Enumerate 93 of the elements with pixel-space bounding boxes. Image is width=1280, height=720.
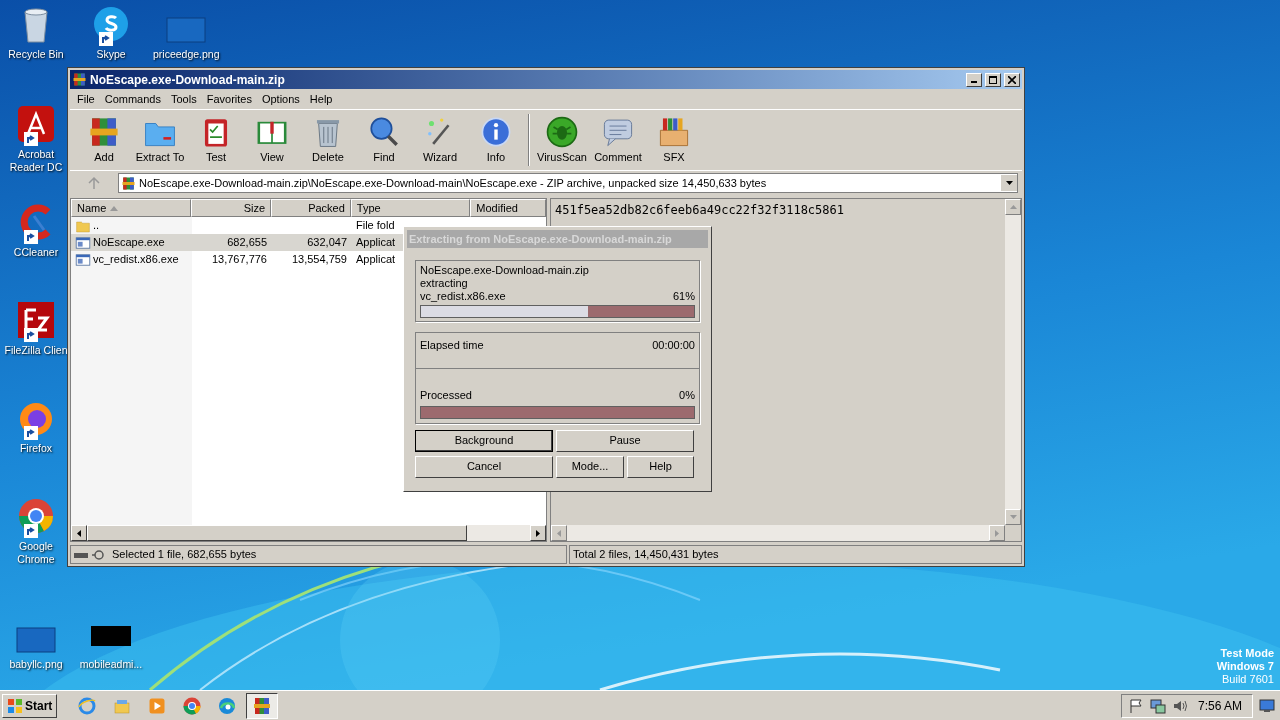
table-cell: 632,047 [307,236,347,249]
caret-icon [1005,181,1013,185]
vertical-scrollbar[interactable] [1005,199,1021,525]
maximize-button[interactable] [985,72,1001,87]
table-cell: 13,554,759 [291,253,347,266]
toolbar-button[interactable]: Comment [590,111,646,169]
percent-text: 0% [679,388,695,403]
toolbar-button[interactable]: SFX [646,111,702,169]
monitor-icon [1259,698,1275,713]
table-cell: Applicat [356,236,396,249]
file-name: vc_redist.x86.exe [420,290,506,303]
close-icon [1008,75,1016,84]
dialog-button[interactable]: Background [415,429,553,452]
dialog-button[interactable]: Pause [556,429,694,452]
toolbar-button[interactable]: View [244,111,300,169]
desktop-icon-label[interactable]: Recycle Bin [3,48,69,61]
toolbar-button[interactable]: Find [356,111,412,169]
toolbar-button[interactable]: Add [76,111,132,169]
address-field[interactable]: NoEscape.exe-Download-main.zip\NoEscape.exe-Download-main\NoEscape.exe - ZIP archive, unpacked size 14,450,633 bytes [118,173,1018,193]
desktop-icon-label[interactable]: CCleaner [3,246,69,259]
app-icon [72,72,87,87]
dialog-button[interactable]: Help [627,455,694,478]
file-name: .. [93,218,100,234]
ie-icon [77,695,98,716]
scroll-left-icon [557,529,561,537]
edge-icon [217,695,238,716]
desktop-icon-label[interactable]: FileZilla Clien [3,344,69,357]
file-name: NoEscape.exe [93,235,165,251]
column-header[interactable]: Packed [271,199,351,217]
network-icon [1149,697,1166,714]
scroll-right-icon [536,529,540,537]
column-header[interactable]: Modified [470,199,546,217]
menu-item[interactable]: Commands [99,90,166,108]
percent-text: 61% [672,290,695,303]
dropdown-button[interactable] [1001,175,1017,191]
window-title: NoEscape.exe-Download-main.zip [90,71,286,89]
scroll-down-icon [1009,515,1017,519]
menu-item[interactable]: Options [256,90,305,108]
comment-text: 451f5ea52db82c6feeb6a49cc22f32f3118c5861 [555,203,844,217]
toolbar-button[interactable]: Extract To [132,111,188,169]
archive-name: NoEscape.exe-Download-main.zip [420,264,590,277]
processed-label: Processed [420,388,472,403]
status-text: Selected 1 file, 682,655 bytes [112,547,257,563]
system-notice-text: Test Mode [1220,647,1274,660]
desktop-icon-label[interactable]: Skype [78,48,144,61]
desktop-icon-label[interactable]: Acrobat Reader DC [3,148,69,174]
desktop-icon-label[interactable]: priceedge.png [153,48,219,61]
horizontal-scrollbar[interactable] [71,525,546,541]
status-text: Total 2 files, 14,450,431 bytes [573,547,719,563]
menu-item[interactable]: Favorites [201,90,257,108]
minimize-button[interactable] [966,72,982,87]
table-cell: File fold [356,219,395,232]
menu-item[interactable]: Help [304,90,338,108]
system-notice-text: Windows 7 [1216,660,1274,673]
file-icon [75,234,91,251]
column-header[interactable]: Size [191,199,272,217]
toolbar-button[interactable]: Delete [300,111,356,169]
table-cell: 682,655 [227,236,267,249]
scroll-up-icon [1009,205,1017,209]
flag-icon [1127,697,1144,714]
toolbar-button[interactable]: VirusScan [534,111,590,169]
horizontal-scrollbar[interactable] [551,525,1005,541]
column-header[interactable]: Name [71,199,192,217]
desktop-icon-label[interactable]: Firefox [3,442,69,455]
menu-item[interactable]: File [72,90,100,108]
system-notice-text: Build 7601 [1222,673,1274,686]
column-header[interactable]: Type [350,199,471,217]
windows-logo-icon [7,697,23,714]
menu-item[interactable]: Tools [166,90,202,108]
archive-icon [121,175,136,191]
scroll-right-icon [995,529,999,537]
table-cell: Applicat [356,253,396,266]
minimize-icon [971,81,977,83]
chrome-icon [182,695,203,716]
table-cell: 13,767,776 [211,253,267,266]
file-icon [75,251,91,268]
start-button[interactable]: Start [2,693,58,718]
maximize-icon [989,75,997,84]
toolbar-button[interactable]: Info [468,111,524,169]
close-button[interactable] [1004,72,1020,87]
toolbar-button[interactable]: Test [188,111,244,169]
elapsed-label: Elapsed time [420,338,484,353]
toolbar-button[interactable]: Wizard [412,111,468,169]
scroll-left-icon [77,529,81,537]
sort-arrow-icon [110,205,119,211]
dialog-button[interactable]: Cancel [415,455,553,478]
action-text: extracting [420,277,469,290]
dialog-button[interactable]: Mode... [556,455,624,478]
winrar-icon [252,695,273,716]
taskbar-button[interactable] [246,692,279,719]
elapsed-time: 00:00:00 [652,338,695,353]
virus-icon [545,114,579,149]
file-name: vc_redist.x86.exe [93,252,179,268]
